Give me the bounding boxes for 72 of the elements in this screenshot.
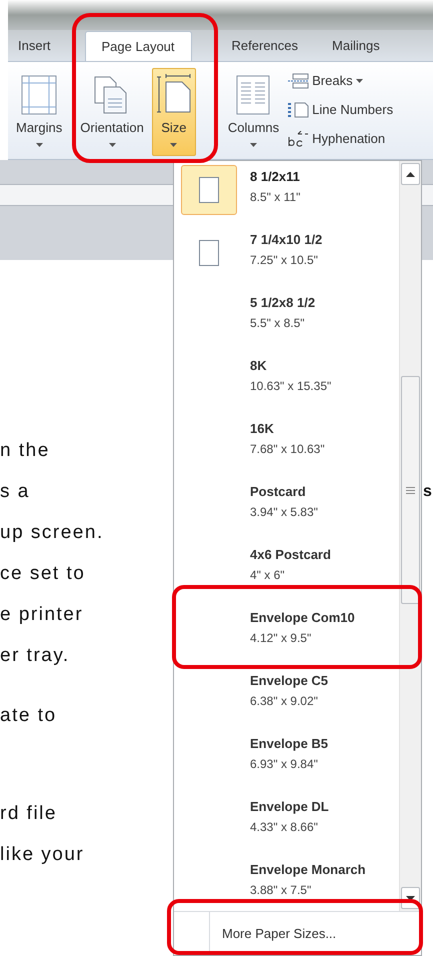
document-text: e printer — [0, 603, 84, 627]
paper-size-item[interactable]: Envelope Com10 4.12" x 9.5" — [174, 602, 399, 665]
paper-size-name: 8 1/2x11 — [250, 168, 300, 186]
caret-icon — [170, 143, 178, 147]
paper-size-name: Envelope Monarch — [250, 861, 366, 879]
paper-size-name: Envelope C5 — [250, 672, 328, 690]
columns-icon — [236, 75, 270, 115]
line-numbers-icon — [287, 102, 310, 118]
document-text: s a — [0, 480, 30, 504]
ribbon-button[interactable]: Line Numbers — [287, 97, 394, 122]
paper-size-item[interactable]: Envelope B5 6.93" x 9.84" — [174, 728, 399, 791]
paper-size-item[interactable]: 5 1/2x8 1/2 5.5" x 8.5" — [174, 287, 399, 350]
paper-size-dimensions: 10.63" x 15.35" — [250, 378, 332, 395]
paper-size-dimensions: 4.12" x 9.5" — [250, 630, 312, 647]
paper-size-item[interactable]: Envelope Monarch 3.88" x 7.5" — [174, 854, 399, 911]
paper-size-dimensions: 7.25" x 10.5" — [250, 252, 319, 269]
more-paper-sizes-item[interactable]: More Paper Sizes... — [210, 912, 421, 955]
document-text: rd file — [0, 802, 57, 826]
document-text: er tray. — [0, 644, 70, 668]
paper-size-name: 5 1/2x8 1/2 — [250, 294, 316, 312]
paper-size-name: Envelope Com10 — [250, 609, 355, 627]
grip-icon — [406, 486, 415, 494]
paper-size-item[interactable]: 7 1/4x10 1/2 7.25" x 10.5" — [174, 224, 399, 287]
margins-icon — [21, 75, 58, 115]
paper-size-dimensions: 3.94" x 5.83" — [250, 504, 318, 521]
paper-size-dimensions: 6.38" x 9.02" — [250, 693, 319, 710]
paper-size-name: Envelope DL — [250, 798, 329, 816]
paper-size-dimensions: 7.68" x 10.63" — [250, 441, 325, 458]
paper-size-name: 8K — [250, 357, 268, 375]
ribbon-button[interactable]: Hyphenation — [287, 126, 394, 151]
ribbon-button[interactable]: Columns — [224, 68, 284, 156]
ribbon-button[interactable]: Breaks — [287, 68, 394, 93]
paper-size-dimensions: 6.93" x 9.84" — [250, 756, 319, 773]
paper-size-item[interactable]: Envelope C5 6.38" x 9.02" — [174, 665, 399, 728]
paper-size-item[interactable]: Envelope DL 4.33" x 8.66" — [174, 791, 399, 854]
document-text: ce set to — [0, 562, 86, 586]
paper-size-name: 16K — [250, 420, 275, 438]
scroll-up-button[interactable] — [401, 163, 420, 185]
paper-size-name: Envelope B5 — [250, 735, 328, 753]
document-text: up screen. — [0, 521, 104, 545]
ribbon-tab[interactable]: Page Layout — [84, 31, 192, 61]
paper-size-dimensions: 5.5" x 8.5" — [250, 315, 306, 332]
paper-size-name: 4x6 Postcard — [250, 546, 331, 564]
document-text: ate to — [0, 704, 57, 728]
caret-icon — [250, 143, 257, 147]
paper-size-name: Postcard — [250, 483, 307, 501]
paper-size-dimensions: 8.5" x 11" — [250, 189, 300, 206]
scroll-thumb[interactable] — [401, 376, 420, 604]
paper-size-item[interactable]: 4x6 Postcard 4" x 6" — [174, 539, 399, 602]
document-text: like your — [0, 843, 84, 867]
document-text: s — [423, 482, 432, 502]
paper-size-name: 7 1/4x10 1/2 — [250, 231, 322, 249]
ribbon-button[interactable]: Orientation — [76, 68, 148, 156]
paper-size-item[interactable]: Postcard 3.94" x 5.83" — [174, 476, 399, 539]
scroll-down-icon — [406, 896, 415, 900]
scroll-up-icon — [406, 172, 415, 176]
hyphenation-icon — [287, 130, 310, 146]
ribbon-button[interactable]: Margins — [12, 68, 66, 156]
ribbon-tab[interactable]: Mailings — [322, 31, 390, 61]
paper-size-item[interactable]: 16K 7.68" x 10.63" — [174, 413, 399, 476]
document-text: n the — [0, 439, 50, 463]
paper-size-dimensions: 4.33" x 8.66" — [250, 819, 319, 836]
ribbon-tab[interactable]: References — [222, 31, 308, 61]
caret-icon — [36, 143, 43, 147]
caret-icon — [108, 143, 116, 147]
paper-size-dimensions: 3.88" x 7.5" — [250, 882, 312, 899]
paper-size-item[interactable]: 8 1/2x11 8.5" x 11" — [174, 161, 399, 224]
paper-size-dimensions: 4" x 6" — [250, 567, 286, 584]
breaks-icon — [287, 72, 310, 88]
paper-size-item[interactable]: 8K 10.63" x 15.35" — [174, 350, 399, 413]
ribbon-tab[interactable]: Insert — [8, 31, 61, 61]
ribbon-button[interactable]: Size — [152, 68, 196, 156]
